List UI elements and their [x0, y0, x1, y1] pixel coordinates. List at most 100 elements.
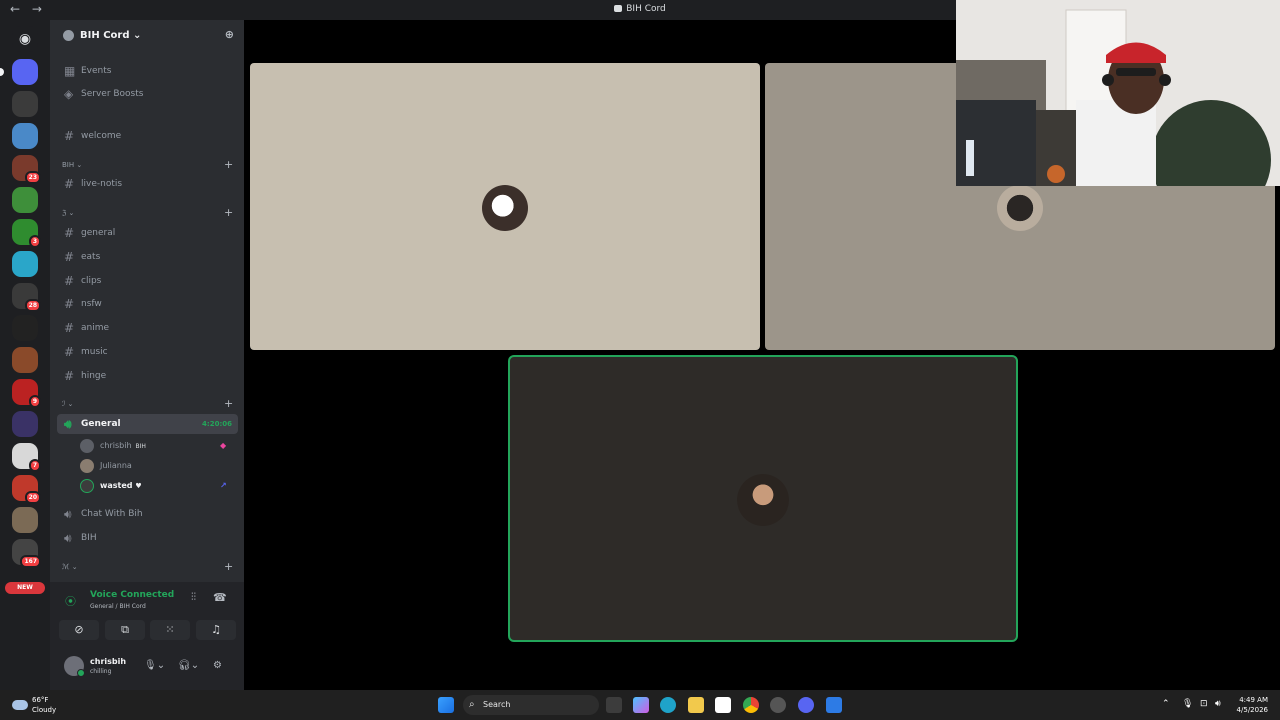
hash-icon: # — [64, 250, 75, 264]
server-icon[interactable] — [12, 187, 38, 213]
voice-user-wasted[interactable]: wasted ♥ ↗ — [80, 477, 227, 495]
screen-share-button[interactable]: ⧉ — [105, 620, 145, 640]
activities-button[interactable]: ⁙ — [150, 620, 190, 640]
channel-welcome[interactable]: # welcome — [57, 126, 238, 146]
soundboard-button[interactable]: ♫ — [196, 620, 236, 640]
server-icon[interactable]: 23 — [12, 155, 41, 184]
server-icon[interactable] — [12, 347, 38, 373]
unread-badge: 28 — [24, 299, 41, 312]
obs-icon[interactable] — [770, 697, 786, 713]
server-icon[interactable]: 3 — [12, 219, 41, 248]
channel-eats[interactable]: # eats — [57, 247, 238, 267]
category-bih[interactable]: BIH ⌄ + — [62, 158, 233, 171]
avatar — [80, 439, 94, 453]
discord-taskbar-icon[interactable] — [798, 697, 814, 713]
cloud-icon — [12, 700, 28, 710]
channel-general[interactable]: # general — [57, 223, 238, 243]
taskbar-search[interactable]: ⌕ Search — [463, 695, 599, 715]
volume-icon[interactable]: 🔊︎ — [1215, 699, 1221, 709]
custom-status: chilling — [90, 668, 112, 675]
webcam-overlay — [956, 0, 1280, 186]
copilot-icon[interactable] — [633, 697, 649, 713]
video-tile-speaking[interactable] — [508, 355, 1018, 642]
add-user-icon[interactable]: ⊕ — [225, 28, 234, 41]
camera-off-icon: ⊘ — [74, 623, 84, 636]
channel-hinge[interactable]: # hinge — [57, 366, 238, 386]
app-icon — [614, 5, 623, 12]
hash-icon: # — [64, 321, 75, 335]
server-icon-bih[interactable] — [0, 59, 38, 85]
channel-anime[interactable]: # anime — [57, 318, 238, 338]
disconnect-icon[interactable]: ☎ — [213, 591, 227, 604]
server-icon[interactable] — [12, 507, 38, 533]
soundboard-icon: ♫ — [211, 623, 221, 636]
voice-user-julianna[interactable]: Julianna — [80, 457, 132, 475]
microphone-tray-icon[interactable]: 🎙︎ — [1182, 699, 1193, 709]
file-explorer-icon[interactable] — [688, 697, 704, 713]
sidebar-item-events[interactable]: ▦ Events — [57, 61, 238, 81]
unread-badge: 9 — [28, 395, 41, 408]
sidebar-item-server-boosts[interactable]: ◈ Server Boosts — [57, 84, 238, 104]
speaker-icon: 🔊︎ — [64, 531, 72, 545]
add-channel-icon[interactable]: + — [224, 206, 233, 219]
network-icon[interactable]: ⊡ — [1200, 699, 1208, 709]
server-name[interactable]: BIH Cord ⌄ — [80, 30, 141, 41]
camera-off-button[interactable]: ⊘ — [59, 620, 99, 640]
username[interactable]: chrisbih — [90, 657, 126, 666]
task-view-icon[interactable] — [606, 697, 622, 713]
microphone-icon[interactable]: 🎙︎⌄ — [144, 660, 165, 671]
hash-icon: # — [64, 177, 75, 191]
search-icon: ⌕ — [469, 699, 475, 710]
category-4[interactable]: ℳ ⌄ + — [62, 560, 233, 573]
server-icon[interactable] — [12, 411, 38, 437]
new-badge[interactable]: NEW — [5, 582, 45, 594]
voice-user-chrisbih[interactable]: chrisbih BIH ◆ — [80, 437, 226, 455]
heart-icon: ♥ — [135, 482, 142, 490]
chevron-up-icon[interactable]: ⌃ — [1162, 699, 1170, 709]
channel-clips[interactable]: # clips — [57, 271, 238, 291]
server-icon[interactable] — [12, 123, 38, 149]
user-panel: chrisbih chilling 🎙︎⌄ 🎧︎⌄ ⚙ — [50, 648, 244, 690]
discord-icon[interactable]: ◉ — [12, 26, 38, 52]
channel-music[interactable]: # music — [57, 342, 238, 362]
signal-icon[interactable]: ⦿ — [65, 593, 76, 609]
edge-icon[interactable] — [660, 697, 676, 713]
voice-status[interactable]: Voice Connected — [90, 590, 174, 600]
noise-suppression-icon[interactable]: ⫶⫶ — [191, 592, 196, 603]
clock-time: 4:49 AM — [1239, 696, 1268, 704]
headphones-icon[interactable]: 🎧︎⌄ — [178, 660, 199, 671]
server-icon[interactable]: 20 — [12, 475, 41, 504]
channel-nsfw[interactable]: # nsfw — [57, 294, 238, 314]
server-icon[interactable]: 9 — [12, 379, 41, 408]
clock[interactable]: 4:49 AM 4/5/2026 — [1237, 695, 1268, 715]
active-pip — [0, 68, 4, 76]
calendar-icon: ▦ — [64, 64, 76, 78]
store-icon[interactable] — [715, 697, 731, 713]
hash-icon: # — [64, 226, 75, 240]
server-icon[interactable]: 167 — [12, 539, 41, 568]
add-channel-icon[interactable]: + — [224, 397, 233, 410]
avatar — [80, 459, 94, 473]
voice-channel-bih[interactable]: 🔊︎ BIH — [57, 528, 238, 548]
category-2[interactable]: ℨ ⌄ + — [62, 206, 233, 219]
voice-channel-chat-with-bih[interactable]: 🔊︎ Chat With Bih — [57, 504, 238, 524]
video-tile[interactable] — [250, 63, 760, 350]
windows-start-icon[interactable] — [438, 697, 454, 713]
category-3[interactable]: ℐ ⌄ + — [62, 397, 233, 410]
server-header[interactable]: BIH Cord ⌄ ⊕ — [50, 20, 244, 52]
avatar[interactable] — [64, 656, 85, 677]
server-icon[interactable] — [12, 251, 38, 277]
screen-share-icon: ⧉ — [121, 623, 129, 636]
voice-channel-general[interactable]: 🔊︎ General 4:20:06 — [57, 414, 238, 434]
server-icon[interactable] — [12, 91, 38, 117]
chrome-icon[interactable] — [743, 697, 759, 713]
add-channel-icon[interactable]: + — [224, 560, 233, 573]
add-channel-icon[interactable]: + — [224, 158, 233, 171]
server-icon[interactable] — [12, 315, 38, 341]
notepad-icon[interactable] — [826, 697, 842, 713]
voice-location[interactable]: General / BIH Cord — [90, 603, 146, 610]
server-icon[interactable]: 7 — [12, 443, 41, 472]
server-icon[interactable]: 28 — [12, 283, 41, 312]
channel-live-notis[interactable]: # live-notis — [57, 174, 238, 194]
settings-icon[interactable]: ⚙ — [213, 660, 222, 671]
